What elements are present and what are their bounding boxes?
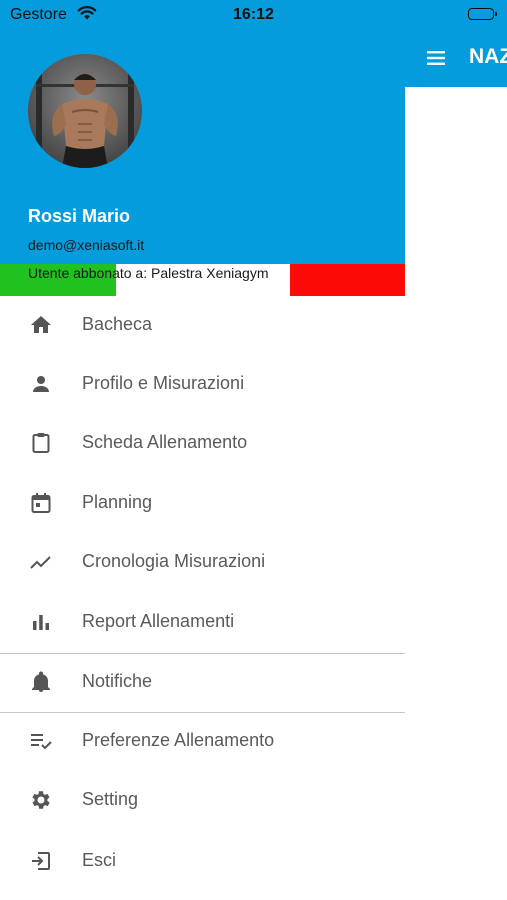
menu-item-esci[interactable]: Esci — [0, 832, 405, 890]
logout-icon — [29, 849, 53, 873]
menu-item-label: Profilo e Misurazioni — [82, 373, 245, 393]
app-bar: NAZ — [405, 30, 507, 87]
avatar[interactable] — [28, 54, 142, 168]
menu-item-label: Setting — [82, 789, 139, 809]
menu-item-label: Notifiche — [82, 671, 153, 691]
menu-item-notifiche[interactable]: Notifiche — [0, 653, 405, 711]
subscription-text: Utente abbonato a: Palestra Xeniagym — [28, 265, 269, 281]
person-icon — [29, 372, 53, 396]
clipboard-icon — [29, 431, 53, 455]
menu-item-label: Report Allenamenti — [82, 611, 235, 631]
bell-icon — [29, 670, 53, 694]
status-bar: Gestore 16:12 — [0, 0, 507, 30]
gear-icon — [29, 788, 53, 812]
menu-item-label: Esci — [82, 850, 117, 870]
app-bar-title: NAZ — [469, 45, 507, 68]
playlist-check-icon — [29, 729, 53, 753]
menu-item-planning[interactable]: Planning — [0, 474, 405, 532]
user-email: demo@xeniasoft.it — [28, 237, 145, 253]
menu-item-bacheca[interactable]: Bacheca — [0, 296, 405, 354]
user-name: Rossi Mario — [28, 206, 131, 226]
menu-item-preferenze-allenamento[interactable]: Preferenze Allenamento — [0, 712, 405, 770]
battery-icon — [468, 8, 497, 20]
clock: 16:12 — [233, 6, 274, 23]
home-icon — [29, 313, 53, 337]
menu-item-report-allenamenti[interactable]: Report Allenamenti — [0, 593, 405, 651]
drawer-header: Rossi Mario demo@xeniasoft.it — [0, 0, 405, 264]
menu-item-label: Preferenze Allenamento — [82, 730, 275, 750]
calendar-icon — [29, 491, 53, 515]
menu-item-scheda-allenamento[interactable]: Scheda Allenamento — [0, 414, 405, 472]
trending-icon — [29, 550, 53, 574]
menu-item-cronologia-misurazioni[interactable]: Cronologia Misurazioni — [0, 533, 405, 591]
menu-item-label: Cronologia Misurazioni — [82, 551, 266, 571]
subscription-bar: Utente abbonato a: Palestra Xeniagym — [0, 264, 405, 296]
menu-item-profilo[interactable]: Profilo e Misurazioni — [0, 355, 405, 413]
bar-chart-icon — [29, 610, 53, 634]
menu-item-label: Bacheca — [82, 314, 153, 334]
subscription-status-red — [290, 264, 405, 296]
navigation-drawer: Rossi Mario demo@xeniasoft.it Utente abb… — [0, 0, 405, 900]
menu-item-label: Planning — [82, 492, 153, 512]
hamburger-menu-icon[interactable] — [426, 48, 446, 68]
menu-item-setting[interactable]: Setting — [0, 771, 405, 829]
menu-item-label: Scheda Allenamento — [82, 432, 248, 452]
